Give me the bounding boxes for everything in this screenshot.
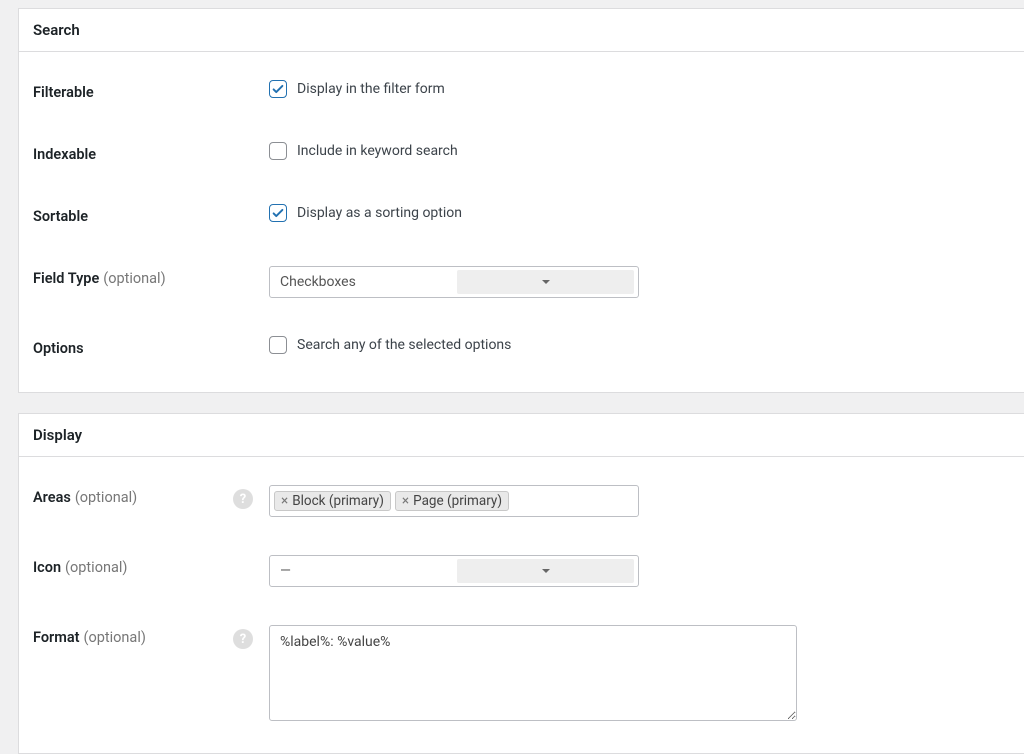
format-label: Format (optional): [33, 625, 233, 649]
chevron-down-icon: [457, 559, 634, 583]
help-icon[interactable]: ?: [233, 489, 253, 509]
format-textarea[interactable]: [269, 625, 797, 721]
field-type-row: Field Type (optional) Checkboxes: [33, 266, 1010, 298]
sortable-checkbox[interactable]: [269, 204, 287, 222]
options-checkbox[interactable]: [269, 336, 287, 354]
indexable-row: Indexable Include in keyword search: [33, 142, 1010, 166]
sortable-row: Sortable Display as a sorting option: [33, 204, 1010, 228]
area-tag: × Page (primary): [395, 491, 509, 511]
filterable-label: Filterable: [33, 80, 233, 104]
chevron-down-icon: [457, 270, 634, 294]
filterable-checkbox[interactable]: [269, 80, 287, 98]
indexable-label: Indexable: [33, 142, 233, 166]
display-panel-header: Display: [19, 414, 1024, 457]
icon-row: Icon (optional) —: [33, 555, 1010, 587]
icon-select[interactable]: —: [269, 555, 639, 587]
sortable-label: Sortable: [33, 204, 233, 228]
filterable-checkbox-label[interactable]: Display in the filter form: [297, 81, 445, 97]
search-panel-body: Filterable Display in the filter form In…: [19, 52, 1024, 392]
icon-selected-value: —: [280, 563, 457, 579]
sortable-checkbox-label[interactable]: Display as a sorting option: [297, 205, 462, 221]
search-panel-header: Search: [19, 9, 1024, 52]
areas-tag-input[interactable]: × Block (primary) × Page (primary): [269, 485, 639, 517]
options-label: Options: [33, 336, 233, 360]
areas-label: Areas (optional): [33, 485, 233, 509]
display-panel: Display Areas (optional) ? × Block (prim…: [18, 413, 1024, 754]
search-panel-title: Search: [33, 21, 1010, 39]
display-panel-title: Display: [33, 426, 1010, 444]
indexable-checkbox[interactable]: [269, 142, 287, 160]
options-row: Options Search any of the selected optio…: [33, 336, 1010, 360]
remove-tag-icon[interactable]: ×: [402, 493, 409, 509]
filterable-row: Filterable Display in the filter form: [33, 80, 1010, 104]
search-panel: Search Filterable Display in the filter …: [18, 8, 1024, 393]
field-type-select[interactable]: Checkboxes: [269, 266, 639, 298]
icon-label: Icon (optional): [33, 555, 233, 579]
indexable-checkbox-label[interactable]: Include in keyword search: [297, 143, 458, 159]
format-row: Format (optional) ?: [33, 625, 1010, 721]
remove-tag-icon[interactable]: ×: [281, 493, 288, 509]
areas-row: Areas (optional) ? × Block (primary) × P…: [33, 485, 1010, 517]
field-type-label: Field Type (optional): [33, 266, 233, 290]
display-panel-body: Areas (optional) ? × Block (primary) × P…: [19, 457, 1024, 753]
help-icon[interactable]: ?: [233, 629, 253, 649]
field-type-selected-value: Checkboxes: [280, 274, 457, 290]
options-checkbox-label[interactable]: Search any of the selected options: [297, 337, 511, 353]
area-tag: × Block (primary): [274, 491, 391, 511]
